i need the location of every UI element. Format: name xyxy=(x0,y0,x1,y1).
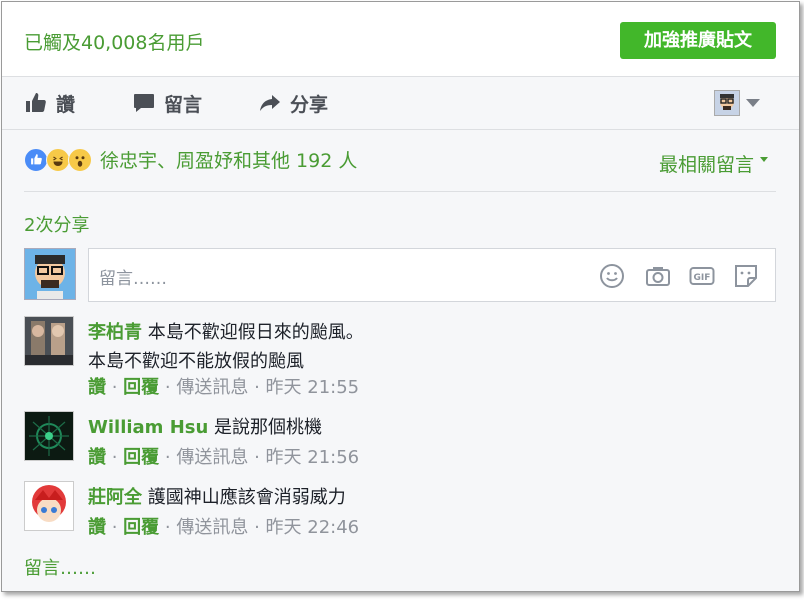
comment-body: William Hsu 是說那個桃機 xyxy=(88,413,322,442)
comment-text: 是說那個桃機 xyxy=(214,417,323,438)
comment-author[interactable]: 莊阿全 xyxy=(88,487,142,508)
comment-text: 本島不歡迎假日來的颱風。 xyxy=(147,322,364,343)
comment-like-link[interactable]: 讚 xyxy=(88,517,106,538)
comment-timestamp[interactable]: 昨天 21:55 xyxy=(266,377,360,398)
comment-meta: 讚 · 回覆 · 傳送訊息 · 昨天 21:55 xyxy=(88,377,360,398)
comment-text-line2: 本島不歡迎不能放假的颱風 xyxy=(88,351,304,372)
page-avatar xyxy=(714,90,740,116)
comment-placeholder: 留言…… xyxy=(99,269,167,289)
comment-bubble-icon xyxy=(134,94,154,112)
post-header: 已觸及40,008名用戶 加強推廣貼文 xyxy=(2,2,799,77)
comment-label: 留言 xyxy=(164,93,203,116)
like-button[interactable]: 讚 xyxy=(24,90,75,116)
comment-text: 護國神山應該會消弱威力 xyxy=(147,487,346,508)
commenter-avatar[interactable] xyxy=(24,481,74,531)
comment-body: 李柏青 本島不歡迎假日來的颱風。 本島不歡迎不能放假的颱風 xyxy=(88,318,364,376)
comment-button[interactable]: 留言 xyxy=(132,90,202,116)
comment-message-link[interactable]: 傳送訊息 xyxy=(176,517,248,538)
comment-sort-dropdown[interactable]: 最相關留言 xyxy=(659,150,769,177)
reaction-names[interactable]: 徐忠宇、周盈妤和其他 192 人 xyxy=(100,146,357,173)
comment-author[interactable]: William Hsu xyxy=(88,417,208,438)
comment-like-link[interactable]: 讚 xyxy=(88,377,106,398)
like-label: 讚 xyxy=(56,93,76,116)
comment-like-link[interactable]: 讚 xyxy=(88,447,106,468)
comment-input[interactable]: 留言…… GIF xyxy=(88,248,776,302)
commenter-avatar[interactable] xyxy=(24,316,74,366)
reaction-summary[interactable]: 徐忠宇、周盈妤和其他 192 人 xyxy=(24,146,357,173)
share-label: 分享 xyxy=(290,93,329,116)
comment-reply-link[interactable]: 回覆 xyxy=(123,517,159,538)
action-bar: 讚 留言 分享 xyxy=(2,77,799,130)
current-user-avatar xyxy=(24,248,76,300)
share-arrow-icon xyxy=(260,95,280,111)
boost-post-button[interactable]: 加強推廣貼文 xyxy=(620,22,776,59)
comment-reply-link[interactable]: 回覆 xyxy=(123,447,159,468)
share-count[interactable]: 2次分享 xyxy=(24,211,89,237)
comment-meta: 讚 · 回覆 · 傳送訊息 · 昨天 22:46 xyxy=(88,517,360,538)
comment-timestamp[interactable]: 昨天 22:46 xyxy=(266,517,360,538)
share-button[interactable]: 分享 xyxy=(258,90,328,116)
haha-reaction-icon xyxy=(46,147,70,172)
reach-count[interactable]: 已觸及40,008名用戶 xyxy=(24,28,204,55)
sort-label: 最相關留言 xyxy=(659,154,755,176)
wow-reaction-icon xyxy=(68,147,92,172)
emoji-icon[interactable] xyxy=(599,263,625,289)
post-panel: 已觸及40,008名用戶 加強推廣貼文 讚 留言 分享 徐忠宇、周盈妤和其他 1… xyxy=(1,1,800,592)
comment-reply-link[interactable]: 回覆 xyxy=(123,377,159,398)
comment-timestamp[interactable]: 昨天 21:56 xyxy=(266,447,360,468)
comment-body: 莊阿全 護國神山應該會消弱威力 xyxy=(88,483,346,512)
gif-icon[interactable]: GIF xyxy=(689,263,715,289)
like-reaction-icon xyxy=(24,147,48,172)
sticker-icon[interactable] xyxy=(733,263,759,289)
post-as-selector[interactable] xyxy=(714,90,760,116)
comment-meta: 讚 · 回覆 · 傳送訊息 · 昨天 21:56 xyxy=(88,447,360,468)
thumbs-up-icon xyxy=(26,93,46,112)
comment-message-link[interactable]: 傳送訊息 xyxy=(176,377,248,398)
comment-message-link[interactable]: 傳送訊息 xyxy=(176,447,248,468)
svg-text:GIF: GIF xyxy=(694,273,711,283)
chevron-down-icon xyxy=(760,157,769,162)
divider xyxy=(24,191,776,192)
view-more-comments-link[interactable]: 留言…… xyxy=(24,554,96,580)
commenter-avatar[interactable] xyxy=(24,411,74,461)
camera-icon[interactable] xyxy=(645,263,671,289)
comment-author[interactable]: 李柏青 xyxy=(88,322,142,343)
chevron-down-icon xyxy=(746,99,760,107)
